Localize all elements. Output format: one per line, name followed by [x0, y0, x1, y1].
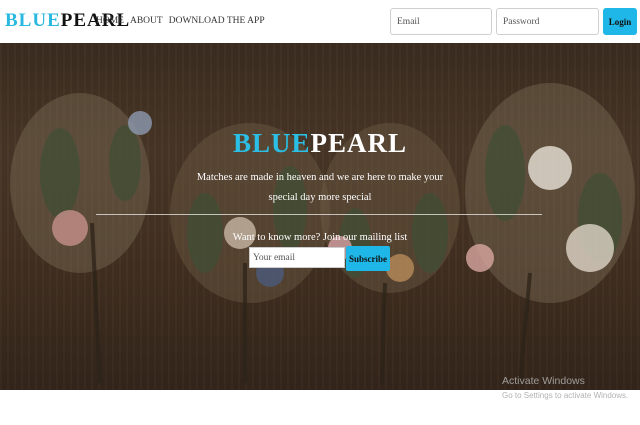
- login-button[interactable]: Login: [603, 8, 637, 35]
- nav-link-download-app[interactable]: DOWNLOAD THE APP: [169, 15, 265, 27]
- brand-logo-part-blue: BLUE: [5, 10, 61, 31]
- hero-title-part-white: PEARL: [310, 128, 408, 158]
- hero-background-image: [10, 83, 635, 384]
- watermark-subtitle: Go to Settings to activate Windows.: [502, 391, 629, 400]
- mailing-list-label: Want to know more? Join our mailing list: [232, 232, 408, 243]
- hero-section: BLUEPEARL Matches are made in heaven and…: [0, 43, 640, 390]
- login-password-input[interactable]: [496, 8, 599, 35]
- login-email-input[interactable]: [390, 8, 492, 35]
- nav-link-about[interactable]: ABOUT: [130, 15, 163, 27]
- subscribe-email-input[interactable]: [249, 247, 345, 268]
- nav-links: HOME ABOUT DOWNLOAD THE APP: [96, 15, 265, 27]
- nav-link-home[interactable]: HOME: [96, 15, 124, 27]
- hero-title: BLUEPEARL: [0, 127, 640, 159]
- hero-tagline: Matches are made in heaven and we are he…: [196, 172, 444, 203]
- subscribe-button[interactable]: Subscribe: [346, 246, 390, 271]
- windows-activation-watermark: Activate Windows Go to Settings to activ…: [502, 375, 628, 402]
- top-navbar: BLUEPEARL HOME ABOUT DOWNLOAD THE APP Lo…: [0, 0, 640, 43]
- hero-title-part-blue: BLUE: [232, 128, 311, 158]
- hero-divider: [96, 214, 542, 215]
- watermark-title: Activate Windows: [502, 375, 585, 387]
